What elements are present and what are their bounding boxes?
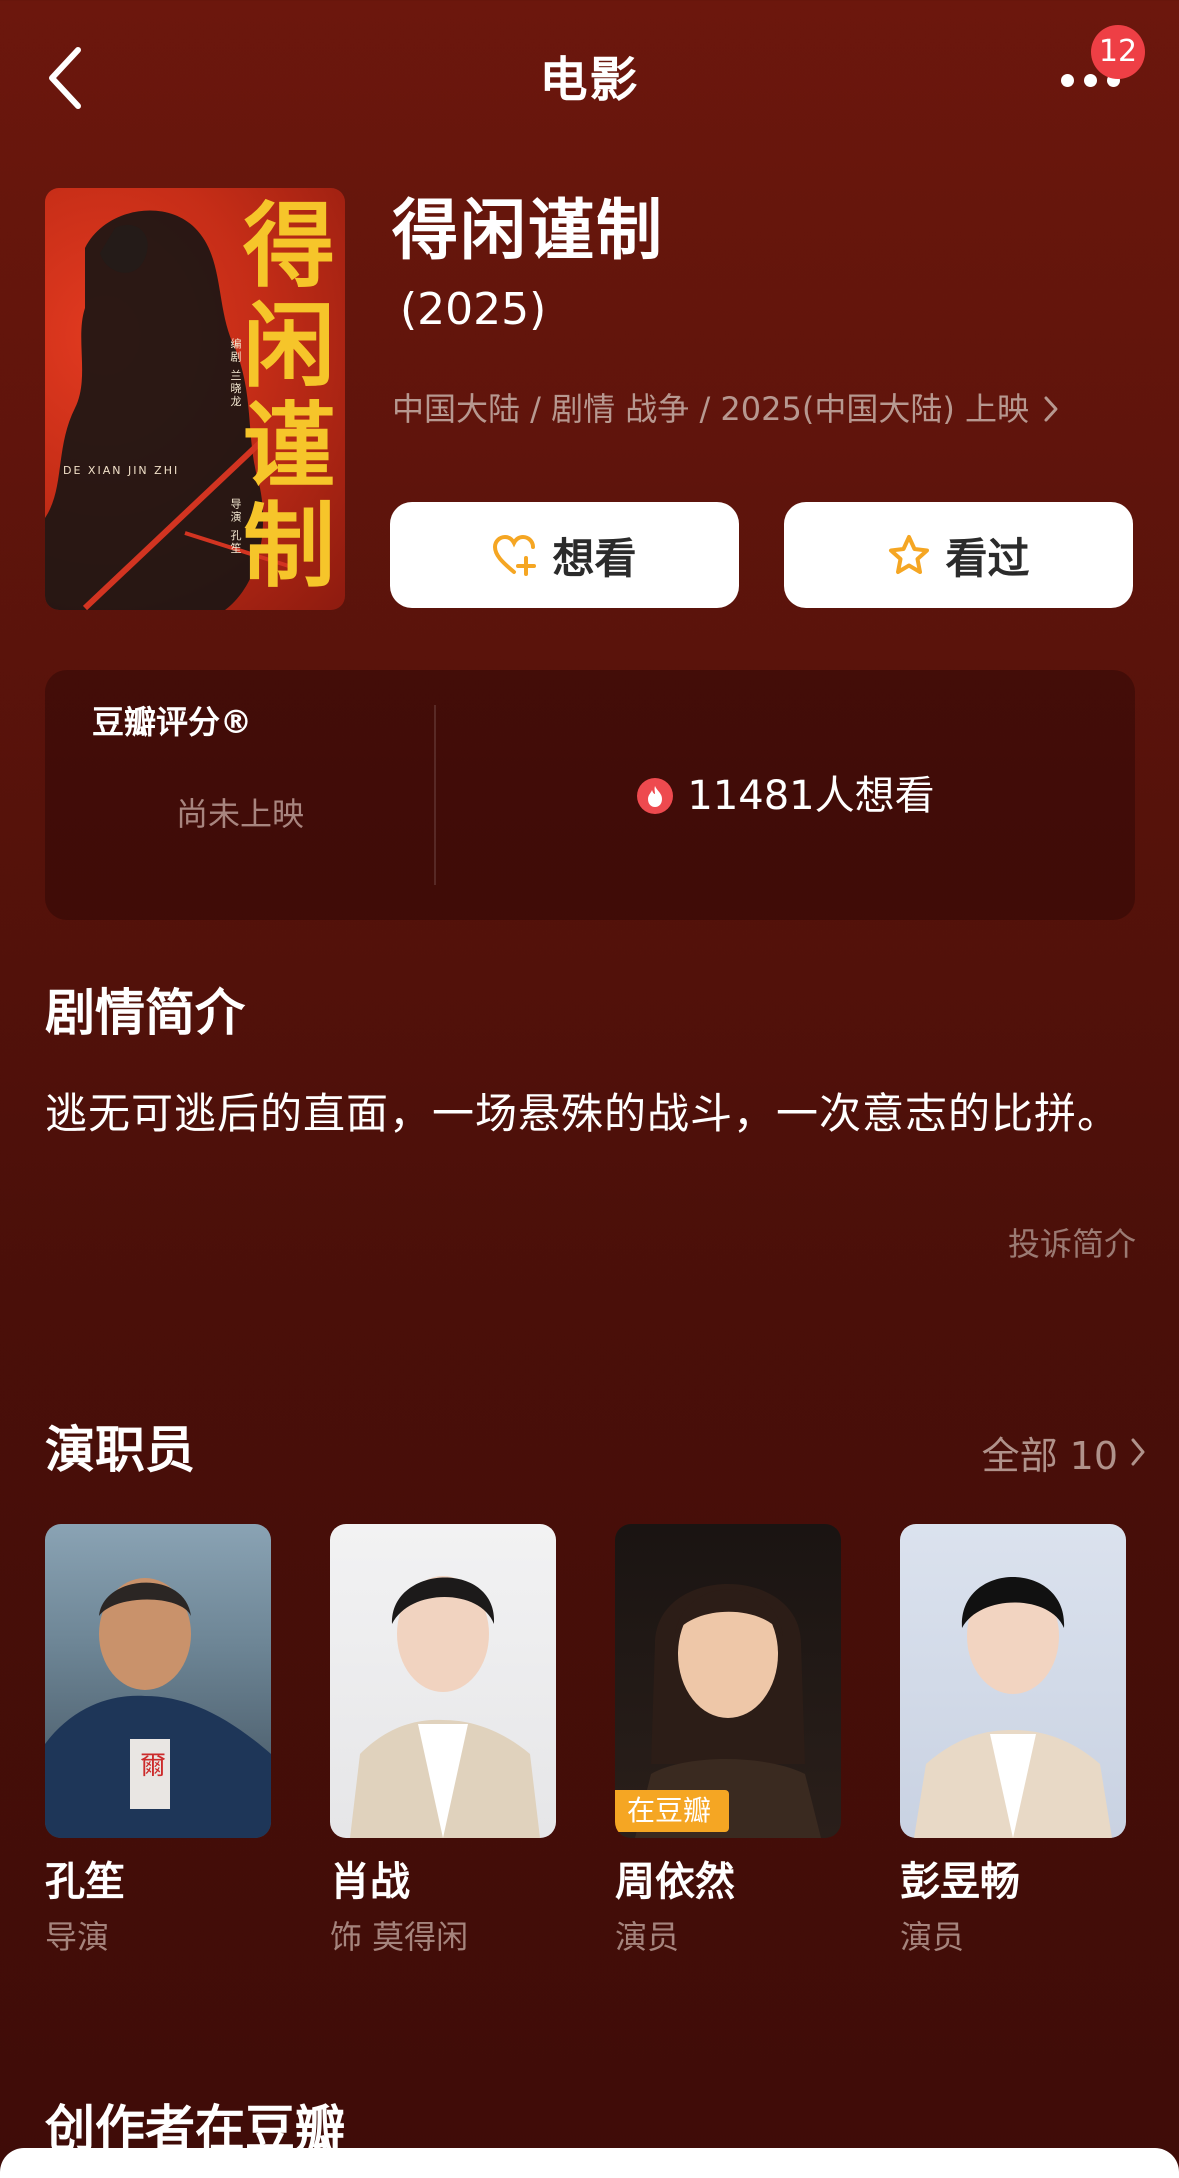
cast-name: 周依然 (615, 1859, 735, 1905)
chevron-right-icon (1131, 1438, 1145, 1466)
movie-meta-link[interactable]: 中国大陆 / 剧情 战争 / 2025(中国大陆) 上映 (392, 385, 1059, 433)
poster-title-char-4: 制 (242, 492, 335, 600)
cast-card[interactable]: 彭昱畅 演员 (900, 1524, 1126, 1956)
cast-photo (330, 1524, 556, 1838)
cast-view-all[interactable]: 全部 10 (960, 1422, 1146, 1482)
want-to-watch-label: 想看 (552, 533, 637, 583)
cast-name: 彭昱畅 (900, 1859, 1020, 1905)
poster-credit-writer: 编剧 兰晓龙 (229, 338, 242, 409)
poster-title-char-1: 得 (242, 192, 335, 300)
wish-count[interactable]: 11481人想看 (436, 766, 1136, 826)
cast-card[interactable]: 在豆瓣 周依然 演员 (615, 1524, 841, 1956)
movie-title: 得闲谨制 (392, 192, 664, 269)
wish-count-text: 11481人想看 (687, 773, 935, 819)
cast-title: 演职员 (45, 1421, 195, 1479)
cast-role: 演员 (900, 1918, 965, 1956)
poster-title-char-2: 闲 (242, 292, 335, 400)
star-icon (889, 535, 930, 574)
cast-name: 孔笙 (45, 1859, 125, 1905)
heart-plus-icon (493, 534, 537, 576)
rating-status: 尚未上映 (175, 795, 304, 833)
cast-card[interactable]: 爾 孔笙 导演 (45, 1524, 271, 1956)
bottom-sheet (0, 2148, 1179, 2178)
cast-photo (900, 1524, 1126, 1838)
cast-role: 饰 莫得闲 (330, 1918, 469, 1956)
page-title: 电影 (539, 52, 640, 108)
cast-card[interactable]: 肖战 饰 莫得闲 (330, 1524, 556, 1956)
want-to-watch-button[interactable]: 想看 (390, 502, 739, 608)
cast-name: 肖战 (330, 1859, 410, 1905)
poster-subtext: DE XIAN JIN ZHI (63, 464, 180, 477)
cast-view-all-label: 全部 10 (981, 1433, 1118, 1478)
watched-button[interactable]: 看过 (784, 502, 1133, 608)
more-dots-icon (1060, 73, 1074, 87)
synopsis-title: 剧情简介 (45, 984, 245, 1042)
svg-text:爾: 爾 (140, 1751, 166, 1781)
notification-badge: 12 (1091, 25, 1145, 79)
watched-label: 看过 (945, 533, 1030, 583)
movie-poster[interactable]: 得 闲 谨 制 DE XIAN JIN ZHI 编剧 兰晓龙 导演 孔笙 (45, 188, 345, 610)
cast-role: 导演 (45, 1918, 110, 1956)
report-synopsis-link[interactable]: 投诉简介 (960, 1222, 1136, 1266)
poster-credit-director: 导演 孔笙 (229, 498, 242, 556)
movie-meta-text: 中国大陆 / 剧情 战争 / 2025(中国大陆) 上映 (392, 390, 1030, 428)
cast-role: 演员 (615, 1918, 680, 1956)
douban-rating-label: 豆瓣评分® (92, 703, 253, 741)
poster-title-char-3: 谨 (242, 392, 335, 500)
on-douban-badge: 在豆瓣 (615, 1790, 729, 1832)
cast-photo: 在豆瓣 (615, 1524, 841, 1838)
synopsis-text: 逃无可逃后的直面，一场悬殊的战斗，一次意志的比拼。 (45, 1089, 1121, 1138)
movie-year: (2025) (400, 284, 547, 335)
chevron-right-icon (1044, 396, 1058, 422)
fire-icon (637, 778, 674, 814)
cast-photo: 爾 (45, 1524, 271, 1838)
